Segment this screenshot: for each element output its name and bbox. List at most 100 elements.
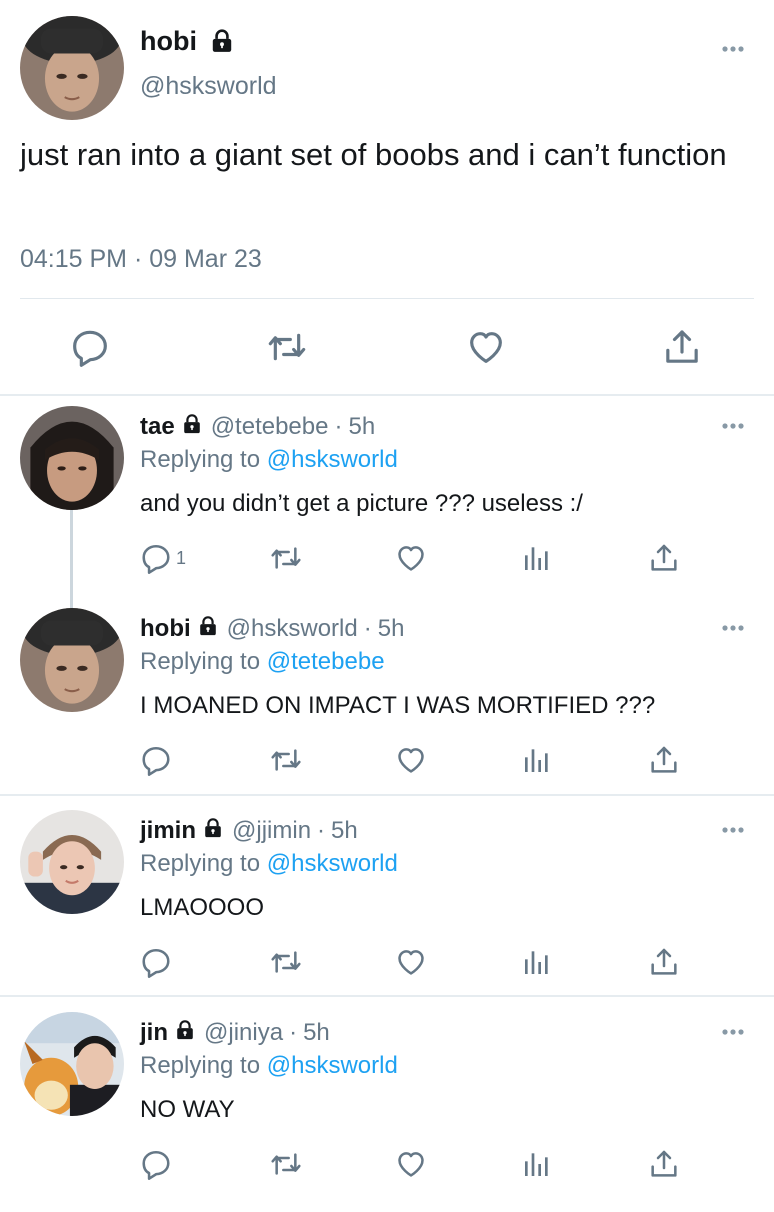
analytics-button[interactable] xyxy=(521,744,553,776)
more-icon[interactable] xyxy=(721,826,745,834)
like-button[interactable] xyxy=(395,542,427,574)
retweet-button[interactable] xyxy=(267,327,307,367)
reply-text: I MOANED ON IMPACT I WAS MORTIFIED ??? xyxy=(140,692,656,719)
reply-header: jimin @jjimin · 5h xyxy=(140,816,358,845)
share-button[interactable] xyxy=(648,1148,680,1180)
share-icon xyxy=(648,542,680,574)
main-tweet-author-name[interactable]: hobi xyxy=(140,26,197,57)
replying-to-line: Replying to @hsksworld xyxy=(140,1052,398,1080)
more-icon[interactable] xyxy=(721,624,745,632)
retweet-button[interactable] xyxy=(270,744,302,776)
reply-header: jin @jiniya · 5h xyxy=(140,1018,330,1047)
reply-avatar[interactable] xyxy=(20,608,124,712)
analytics-button[interactable] xyxy=(521,946,553,978)
reply-handle[interactable]: @jjimin xyxy=(232,817,311,845)
more-icon[interactable] xyxy=(721,1028,745,1036)
share-icon xyxy=(662,327,702,367)
reply-button[interactable] xyxy=(140,946,172,978)
replying-to-label: Replying to xyxy=(140,1052,261,1079)
retweet-icon xyxy=(267,327,307,367)
reply-tweet[interactable]: tae @tetebebe · 5h Replying to @hsksworl… xyxy=(0,406,774,606)
reply-author-name[interactable]: hobi xyxy=(140,615,191,643)
reply-text: LMAOOOO xyxy=(140,894,265,921)
like-button[interactable] xyxy=(395,946,427,978)
share-icon xyxy=(648,744,680,776)
main-tweet: hobi @hsksworld just ran into a giant se… xyxy=(0,0,774,396)
reply-avatar[interactable] xyxy=(20,810,124,914)
replying-to-line: Replying to @hsksworld xyxy=(140,446,398,474)
like-icon xyxy=(395,542,427,574)
reply-tweet[interactable]: jin @jiniya · 5h Replying to @hsksworld … xyxy=(0,1012,774,1212)
like-button[interactable] xyxy=(395,744,427,776)
reply-icon xyxy=(140,946,172,978)
reply-text: and you didn’t get a picture ??? useless… xyxy=(140,490,583,517)
reply-time[interactable]: 5h xyxy=(331,817,358,845)
replying-to-label: Replying to xyxy=(140,850,261,877)
analytics-button[interactable] xyxy=(521,542,553,574)
reply-button[interactable]: 1 xyxy=(140,542,186,574)
lock-icon xyxy=(181,413,203,442)
more-icon[interactable] xyxy=(721,422,745,430)
replying-to-mention[interactable]: @hsksworld xyxy=(267,1052,398,1079)
reply-handle[interactable]: @jiniya xyxy=(204,1019,283,1047)
more-icon[interactable] xyxy=(721,45,745,53)
retweet-button[interactable] xyxy=(270,542,302,574)
reply-icon xyxy=(140,542,172,574)
reply-time[interactable]: 5h xyxy=(378,615,405,643)
share-button[interactable] xyxy=(648,542,680,574)
reply-icon xyxy=(140,1148,172,1180)
share-icon xyxy=(648,946,680,978)
reply-button[interactable] xyxy=(140,744,172,776)
lock-icon xyxy=(197,615,219,644)
analytics-icon xyxy=(521,1148,553,1180)
main-tweet-timestamp[interactable]: 04:15 PM · 09 Mar 23 xyxy=(20,245,262,274)
like-icon xyxy=(466,327,506,367)
lock-icon xyxy=(202,817,224,846)
reply-avatar[interactable] xyxy=(20,1012,124,1116)
reply-header: tae @tetebebe · 5h xyxy=(140,412,375,441)
share-button[interactable] xyxy=(648,946,680,978)
reply-text: NO WAY xyxy=(140,1096,235,1123)
retweet-icon xyxy=(270,744,302,776)
reply-author-name[interactable]: jin xyxy=(140,1019,168,1047)
reply-tweet[interactable]: jimin @jjimin · 5h Replying to @hsksworl… xyxy=(0,810,774,1010)
lock-icon xyxy=(174,1019,196,1048)
reply-icon xyxy=(70,327,110,367)
dot-separator: · xyxy=(289,1018,298,1046)
replying-to-mention[interactable]: @hsksworld xyxy=(267,850,398,877)
lock-icon xyxy=(209,28,235,59)
replying-to-line: Replying to @tetebebe xyxy=(140,648,385,676)
retweet-button[interactable] xyxy=(270,946,302,978)
analytics-icon xyxy=(521,542,553,574)
main-tweet-avatar[interactable] xyxy=(20,16,124,120)
section-divider xyxy=(0,794,774,796)
replying-to-mention[interactable]: @hsksworld xyxy=(267,446,398,473)
retweet-button[interactable] xyxy=(270,1148,302,1180)
reply-count: 1 xyxy=(176,547,187,568)
reply-author-name[interactable]: tae xyxy=(140,413,175,441)
reply-author-name[interactable]: jimin xyxy=(140,817,196,845)
reply-handle[interactable]: @tetebebe xyxy=(211,413,329,441)
section-divider xyxy=(0,394,774,396)
reply-handle[interactable]: @hsksworld xyxy=(227,615,358,643)
main-tweet-handle[interactable]: @hsksworld xyxy=(140,72,277,101)
analytics-icon xyxy=(521,946,553,978)
like-icon xyxy=(395,744,427,776)
analytics-icon xyxy=(521,744,553,776)
share-button[interactable] xyxy=(648,744,680,776)
reply-tweet[interactable]: hobi @hsksworld · 5h Replying to @tetebe… xyxy=(0,608,774,808)
reply-button[interactable] xyxy=(70,327,110,367)
reply-time[interactable]: 5h xyxy=(303,1019,330,1047)
reply-button[interactable] xyxy=(140,1148,172,1180)
reply-avatar[interactable] xyxy=(20,406,124,510)
divider xyxy=(20,298,754,299)
reply-time[interactable]: 5h xyxy=(348,413,375,441)
main-tweet-text: just ran into a giant set of boobs and i… xyxy=(20,137,727,172)
like-button[interactable] xyxy=(466,327,506,367)
share-button[interactable] xyxy=(662,327,702,367)
reply-icon xyxy=(140,744,172,776)
share-icon xyxy=(648,1148,680,1180)
like-button[interactable] xyxy=(395,1148,427,1180)
analytics-button[interactable] xyxy=(521,1148,553,1180)
replying-to-mention[interactable]: @tetebebe xyxy=(267,648,385,675)
